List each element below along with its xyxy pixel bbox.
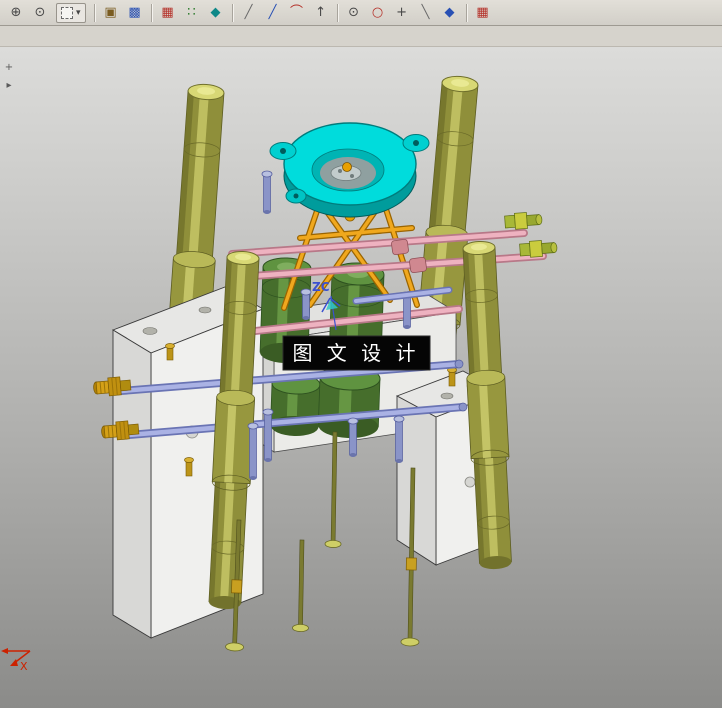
view-cube-wireframe-icon[interactable]: ▣ (99, 2, 123, 24)
toolbar-separator (232, 4, 233, 22)
elbow-fitting[interactable] (409, 257, 427, 273)
point-grid-icon[interactable]: ▦ (156, 2, 180, 24)
selection-filter-dropdown[interactable]: ▾ (56, 3, 86, 23)
marquee-icon (61, 7, 73, 19)
cad-application-window: ⊕ ⊙ ▾ ▣ ▩ ▦ ∷ ◆ ╱ ╱ ⌒ ↑ ⊙ ○ + ╲ ◆ ▦ + ▸ (0, 0, 722, 708)
line-alt-icon[interactable]: ╱ (261, 2, 285, 24)
dock-grip-top[interactable]: + (1, 60, 17, 76)
bolt[interactable] (348, 418, 358, 457)
point-scatter-icon[interactable]: ∷ (180, 2, 204, 24)
sketch-point-icon[interactable]: ◆ (438, 2, 462, 24)
circle-icon[interactable]: ○ (366, 2, 390, 24)
bolt[interactable] (263, 409, 273, 462)
elbow-fitting[interactable] (391, 239, 409, 255)
wcs-triad[interactable]: X (1, 648, 30, 673)
bolt[interactable] (301, 289, 311, 320)
nozzle-fitting-right-bottom[interactable] (519, 239, 557, 258)
snap-center-icon[interactable]: ⊙ (28, 2, 52, 24)
bolt[interactable] (262, 171, 272, 214)
arc-icon[interactable]: ⌒ (285, 2, 309, 24)
ejector-rod[interactable] (325, 432, 343, 548)
line-icon[interactable]: ╱ (237, 2, 261, 24)
gold-bolt[interactable] (166, 344, 175, 361)
zc-axis-label: ZC (312, 280, 330, 294)
toolbar-separator (337, 4, 338, 22)
toolbar-separator (151, 4, 152, 22)
dock-grip-bottom[interactable]: ▸ (1, 78, 17, 94)
core-cylinder-lower-left[interactable] (270, 373, 320, 437)
circle-center-icon[interactable]: ⊙ (342, 2, 366, 24)
viewport-3d-model[interactable]: ZC 图 文 设 计 X (0, 46, 722, 708)
watermark-text: 图 文 设 计 (292, 341, 419, 365)
view-cube-shaded-icon[interactable]: ▩ (123, 2, 147, 24)
bolt[interactable] (248, 423, 258, 480)
dock-edge-icons: + ▸ (1, 60, 17, 94)
nozzle-fitting-right-top[interactable] (504, 211, 542, 230)
main-toolbar: ⊕ ⊙ ▾ ▣ ▩ ▦ ∷ ◆ ╱ ╱ ⌒ ↑ ⊙ ○ + ╲ ◆ ▦ (0, 0, 722, 26)
color-palette-icon[interactable]: ◆ (204, 2, 228, 24)
toolbar-separator (94, 4, 95, 22)
secondary-toolbar-strip (0, 26, 722, 47)
snap-point-icon[interactable]: ⊕ (4, 2, 28, 24)
wcs-x-label: X (20, 660, 28, 673)
gold-bolt[interactable] (185, 458, 194, 477)
axis-icon[interactable]: ↑ (309, 2, 333, 24)
graphics-window[interactable]: + ▸ (0, 46, 722, 708)
selection-filter-caret-icon: ▾ (76, 8, 81, 18)
toolbar-separator (466, 4, 467, 22)
watermark-label: 图 文 设 计 (283, 336, 430, 370)
polyline-icon[interactable]: ╲ (414, 2, 438, 24)
gold-bolt[interactable] (448, 368, 457, 387)
bolt[interactable] (394, 416, 404, 463)
hash-grid-icon[interactable]: ▦ (471, 2, 495, 24)
plus-icon[interactable]: + (390, 2, 414, 24)
locating-ring[interactable] (270, 123, 429, 217)
ejector-rod[interactable] (292, 540, 310, 632)
